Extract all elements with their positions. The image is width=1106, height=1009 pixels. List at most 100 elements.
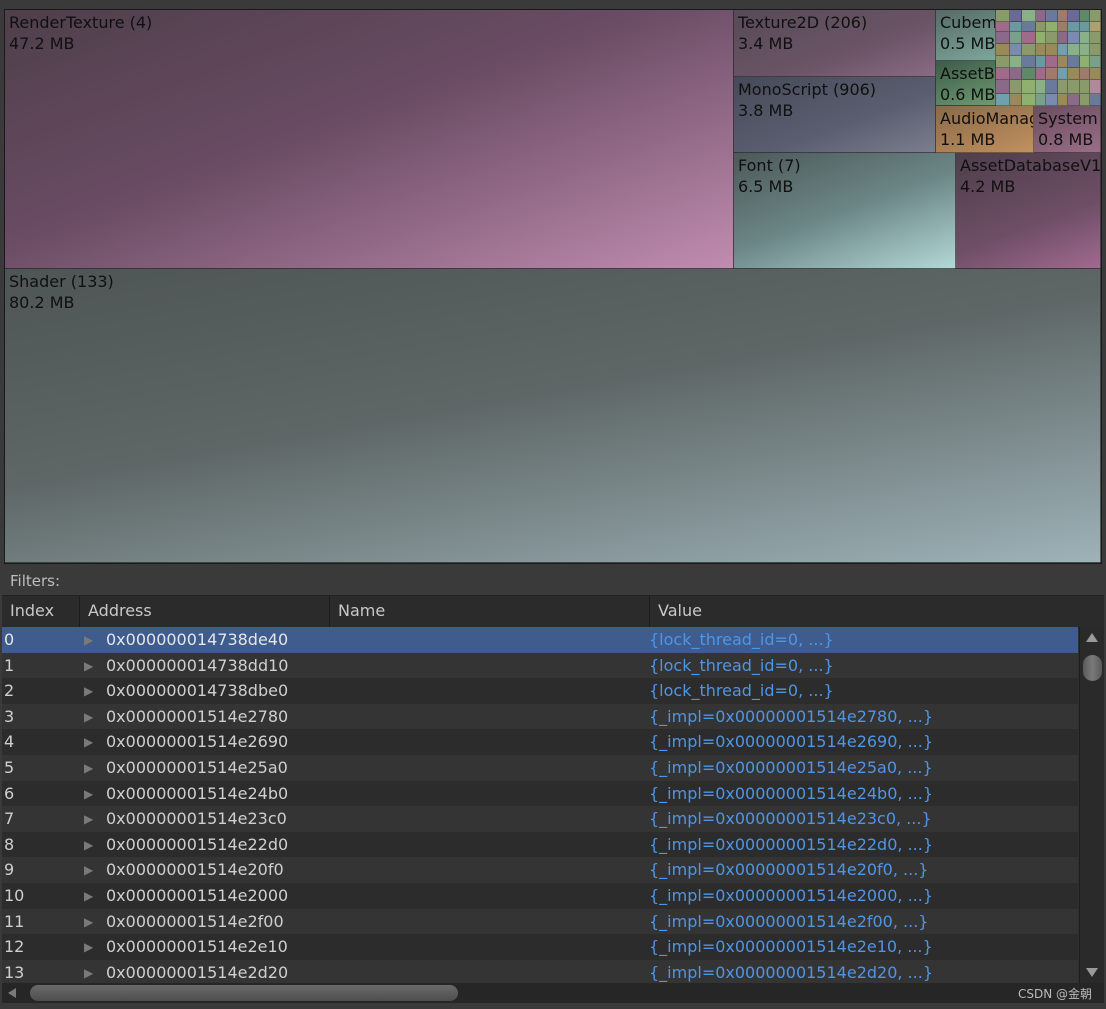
treemap-small-cell[interactable]	[1022, 44, 1036, 56]
row-value-link[interactable]: {_impl=0x00000001514e20f0, ...}	[649, 857, 928, 883]
treemap-small-cell[interactable]	[1046, 56, 1058, 68]
treemap-small-cell[interactable]	[1022, 68, 1036, 80]
treemap-cell-shader[interactable]: Shader (133) 80.2 MB	[5, 269, 1101, 563]
row-value-link[interactable]: {_impl=0x00000001514e2690, ...}	[649, 729, 933, 755]
treemap-small-cell[interactable]	[1080, 94, 1090, 106]
treemap-small-cell[interactable]	[1058, 44, 1068, 56]
treemap-small-cell[interactable]	[1068, 32, 1080, 44]
treemap-small-cell[interactable]	[1010, 94, 1022, 106]
treemap-cell-monoscript[interactable]: MonoScript (906) 3.8 MB	[734, 77, 936, 153]
table-row[interactable]: 7 ▶ 0x00000001514e23c0 {_impl=0x00000001514…	[2, 806, 1078, 832]
table-row[interactable]: 12 ▶ 0x00000001514e2e10 {_impl=0x0000000151…	[2, 934, 1078, 960]
treemap-small-cell[interactable]	[1010, 32, 1022, 44]
row-value-link[interactable]: {_impl=0x00000001514e2000, ...}	[649, 883, 933, 909]
column-header-address[interactable]: Address	[80, 596, 330, 627]
expand-triangle-icon[interactable]: ▶	[84, 806, 93, 832]
expand-triangle-icon[interactable]: ▶	[84, 729, 93, 755]
horizontal-scroll-thumb[interactable]	[30, 985, 458, 1001]
treemap-small-cell[interactable]	[1080, 32, 1090, 44]
treemap-small-cell[interactable]	[996, 10, 1010, 22]
expand-triangle-icon[interactable]: ▶	[84, 704, 93, 730]
treemap-small-cell[interactable]	[1080, 56, 1090, 68]
treemap-small-cell[interactable]	[1036, 44, 1046, 56]
treemap-cell-rendertexture[interactable]: RenderTexture (4) 47.2 MB	[5, 10, 734, 269]
table-row[interactable]: 3 ▶ 0x00000001514e2780 {_impl=0x00000001514…	[2, 703, 1078, 730]
expand-triangle-icon[interactable]: ▶	[84, 883, 93, 909]
table-row[interactable]: 6 ▶ 0x00000001514e24b0 {_impl=0x00000001514…	[2, 780, 1078, 807]
treemap-small-cell[interactable]	[1010, 68, 1022, 80]
treemap-small-cell[interactable]	[1058, 68, 1068, 80]
table-row[interactable]: 0 ▶ 0x000000014738de40 {lock_thread_id=0, .…	[2, 627, 1078, 653]
treemap-small-cell[interactable]	[1090, 32, 1101, 44]
treemap-small-cell[interactable]	[996, 80, 1010, 94]
column-header-name[interactable]: Name	[330, 596, 650, 627]
treemap-small-cell[interactable]	[1090, 44, 1101, 56]
treemap-small-cell[interactable]	[1090, 68, 1101, 80]
treemap-cell-system[interactable]: System 0.8 MB	[1034, 106, 1101, 153]
treemap-small-cell[interactable]	[1090, 10, 1101, 22]
treemap-small-cell[interactable]	[1022, 10, 1036, 22]
treemap-small-cell[interactable]	[1010, 22, 1022, 32]
scroll-left-arrow-icon[interactable]	[8, 988, 16, 998]
treemap-small-cell[interactable]	[1058, 10, 1068, 22]
expand-triangle-icon[interactable]: ▶	[84, 781, 93, 807]
treemap-small-cell[interactable]	[1080, 80, 1090, 94]
treemap-small-cell[interactable]	[1080, 10, 1090, 22]
treemap-small-cell[interactable]	[1068, 22, 1080, 32]
row-value-link[interactable]: {_impl=0x00000001514e22d0, ...}	[649, 832, 933, 858]
table-row[interactable]: 4 ▶ 0x00000001514e2690 {_impl=0x00000001514…	[2, 729, 1078, 755]
treemap-small-cell[interactable]	[1058, 56, 1068, 68]
expand-triangle-icon[interactable]: ▶	[84, 960, 93, 983]
treemap-small-cell[interactable]	[1090, 56, 1101, 68]
table-row[interactable]: 1 ▶ 0x000000014738dd10 {lock_thread_id=0, .…	[2, 652, 1078, 679]
treemap-cell-assetbundle[interactable]: AssetBundle 0.6 MB	[936, 61, 996, 106]
treemap-small-cell[interactable]	[1068, 68, 1080, 80]
treemap-small-cell[interactable]	[1036, 22, 1046, 32]
expand-triangle-icon[interactable]: ▶	[84, 832, 93, 858]
expand-triangle-icon[interactable]: ▶	[84, 653, 93, 679]
row-value-link[interactable]: {_impl=0x00000001514e2780, ...}	[649, 704, 933, 730]
treemap-small-cell[interactable]	[996, 22, 1010, 32]
treemap-cell-assetdatabase[interactable]: AssetDatabaseV1 4.2 MB	[956, 153, 1101, 269]
column-header-index[interactable]: Index	[2, 596, 80, 627]
treemap-small-cell[interactable]	[1058, 94, 1068, 106]
vertical-scrollbar[interactable]	[1079, 627, 1104, 983]
treemap-small-cell[interactable]	[1046, 10, 1058, 22]
vertical-scroll-thumb[interactable]	[1083, 655, 1102, 681]
table-row[interactable]: 13 ▶ 0x00000001514e2d20 {_impl=0x0000000151…	[2, 959, 1078, 983]
row-value-link[interactable]: {lock_thread_id=0, ...}	[649, 653, 834, 679]
row-value-link[interactable]: {lock_thread_id=0, ...}	[649, 627, 834, 653]
treemap-cell-audiomanager[interactable]: AudioManager 1.1 MB	[936, 106, 1034, 153]
table-row[interactable]: 10 ▶ 0x00000001514e2000 {_impl=0x0000000151…	[2, 883, 1078, 909]
treemap-small-cell[interactable]	[996, 68, 1010, 80]
table-row[interactable]: 11 ▶ 0x00000001514e2f00 {_impl=0x0000000151…	[2, 908, 1078, 935]
row-value-link[interactable]: {_impl=0x00000001514e2d20, ...}	[649, 960, 933, 983]
table-row[interactable]: 8 ▶ 0x00000001514e22d0 {_impl=0x00000001514…	[2, 831, 1078, 858]
treemap-small-cell[interactable]	[1046, 22, 1058, 32]
treemap-small-cell[interactable]	[1036, 56, 1046, 68]
treemap-small-cell[interactable]	[1046, 94, 1058, 106]
table-row[interactable]: 2 ▶ 0x000000014738dbe0 {lock_thread_id=0, .…	[2, 678, 1078, 704]
treemap-small-cell[interactable]	[1068, 56, 1080, 68]
expand-triangle-icon[interactable]: ▶	[84, 934, 93, 960]
expand-triangle-icon[interactable]: ▶	[84, 857, 93, 883]
treemap-small-cell[interactable]	[1090, 80, 1101, 94]
treemap-small-cell[interactable]	[1022, 94, 1036, 106]
treemap-small-cell[interactable]	[1022, 80, 1036, 94]
treemap-small-cell[interactable]	[1080, 68, 1090, 80]
treemap-small-cell[interactable]	[996, 32, 1010, 44]
row-value-link[interactable]: {lock_thread_id=0, ...}	[649, 678, 834, 704]
treemap-cell-cubemap[interactable]: Cubemap 0.5 MB	[936, 10, 996, 61]
treemap-small-cell[interactable]	[1022, 56, 1036, 68]
treemap-small-cell[interactable]	[996, 44, 1010, 56]
row-value-link[interactable]: {_impl=0x00000001514e25a0, ...}	[649, 755, 933, 781]
treemap-small-cell[interactable]	[1010, 56, 1022, 68]
scroll-down-arrow-icon[interactable]	[1086, 968, 1098, 977]
treemap-small-cell[interactable]	[1036, 32, 1046, 44]
expand-triangle-icon[interactable]: ▶	[84, 678, 93, 704]
treemap-small-cell[interactable]	[1036, 80, 1046, 94]
row-value-link[interactable]: {_impl=0x00000001514e24b0, ...}	[649, 781, 933, 807]
treemap-small-cell[interactable]	[1068, 94, 1080, 106]
treemap-small-cell[interactable]	[1046, 68, 1058, 80]
treemap-small-cell[interactable]	[996, 56, 1010, 68]
